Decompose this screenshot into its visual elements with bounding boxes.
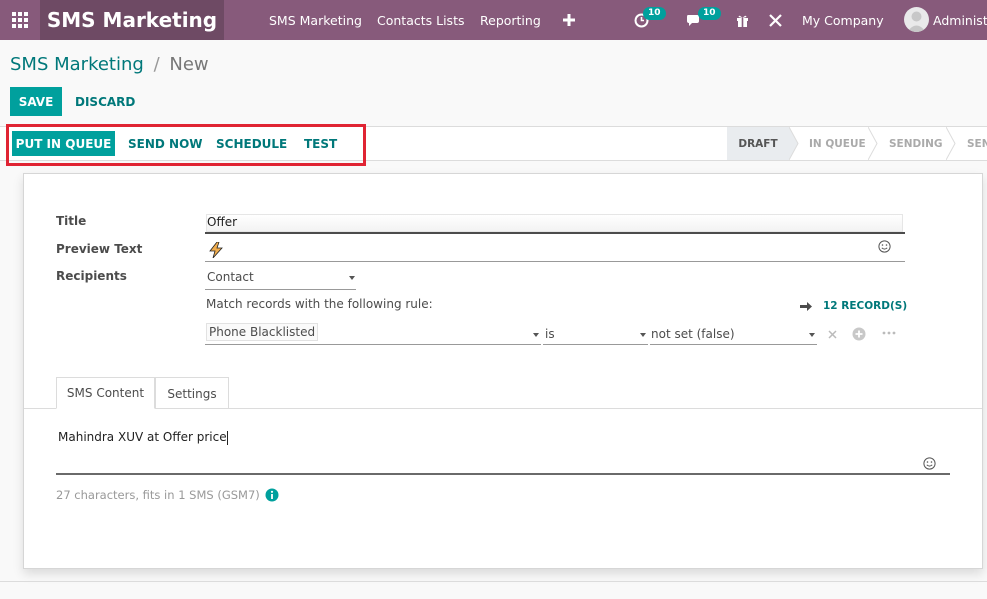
lightning-icon: [209, 242, 223, 258]
arrow-right-icon: [800, 301, 812, 311]
top-navbar: SMS Marketing SMS Marketing Contacts Lis…: [0, 0, 987, 40]
breadcrumb-separator: /: [153, 54, 160, 75]
preview-text-label: Preview Text: [56, 242, 143, 256]
records-count: 12 RECORD(S): [823, 300, 908, 312]
breadcrumb-parent[interactable]: SMS Marketing: [10, 54, 144, 75]
add-rule-icon[interactable]: [852, 327, 866, 341]
save-button[interactable]: SAVE: [10, 87, 62, 116]
title-value: Offer: [207, 215, 238, 229]
sms-body-value: Mahindra XUV at Offer price: [58, 430, 227, 444]
stage-in-queue[interactable]: IN QUEUE: [809, 127, 866, 160]
breadcrumb-current: New: [169, 54, 209, 75]
chevron-down-icon: [349, 276, 355, 280]
menu-reporting[interactable]: Reporting: [480, 0, 541, 40]
app-brand[interactable]: SMS Marketing: [40, 0, 224, 40]
messages-badge: 10: [698, 7, 721, 20]
text-cursor: [226, 430, 228, 445]
debug-tools-icon[interactable]: [769, 0, 782, 40]
breadcrumb: SMS Marketing / New: [10, 54, 209, 75]
discard-button[interactable]: DISCARD: [75, 87, 135, 116]
menu-contacts-lists[interactable]: Contacts Lists: [377, 0, 464, 40]
more-options-icon[interactable]: [882, 331, 896, 335]
recipients-label: Recipients: [56, 269, 127, 283]
stage-arrow: [946, 127, 956, 160]
stage-arrow: [868, 127, 878, 160]
user-menu[interactable]: Administr: [933, 0, 987, 40]
rule-field-value: Phone Blacklisted: [206, 323, 319, 341]
chevron-down-icon: [533, 333, 539, 337]
emoji-icon[interactable]: [878, 240, 891, 253]
rule-operator-value: is: [545, 327, 555, 341]
apps-menu-icon[interactable]: [0, 0, 40, 40]
title-input[interactable]: Offer: [205, 213, 905, 234]
activity-badge: 10: [643, 7, 666, 20]
menu-sms-marketing[interactable]: SMS Marketing: [269, 0, 362, 40]
stage-arrow: [789, 127, 799, 160]
rule-operator-select[interactable]: [543, 322, 648, 345]
activity-clock-icon[interactable]: [634, 0, 649, 40]
company-switcher[interactable]: My Company: [802, 0, 884, 40]
stage-draft[interactable]: DRAFT: [727, 127, 789, 160]
emoji-icon[interactable]: [923, 457, 936, 470]
chevron-down-icon: [640, 333, 646, 337]
stage-sending[interactable]: SENDING: [889, 127, 943, 160]
grid-icon: [12, 12, 28, 28]
title-label: Title: [56, 214, 87, 228]
rule-value-value: not set (false): [651, 327, 735, 341]
sms-count-text: 27 characters, fits in 1 SMS (GSM7): [56, 488, 260, 502]
highlight-box: [6, 124, 366, 166]
info-icon[interactable]: [265, 488, 279, 502]
sms-body-text[interactable]: Mahindra XUV at Offer price: [58, 430, 228, 445]
tab-sms-content[interactable]: SMS Content: [56, 377, 155, 409]
rule-description: Match records with the following rule:: [206, 297, 433, 311]
sms-count: 27 characters, fits in 1 SMS (GSM7): [56, 488, 279, 502]
page-bottom-divider: [0, 581, 987, 582]
messages-chat-icon[interactable]: [686, 0, 702, 40]
tab-settings[interactable]: Settings: [155, 377, 229, 409]
chevron-down-icon: [809, 333, 815, 337]
records-link[interactable]: 12 RECORD(S): [800, 300, 907, 312]
preview-text-input[interactable]: [205, 242, 905, 262]
user-avatar[interactable]: [904, 7, 929, 32]
plus-icon[interactable]: [563, 0, 575, 40]
remove-rule-icon[interactable]: [828, 330, 837, 339]
sms-body-field[interactable]: [56, 473, 950, 475]
gift-icon[interactable]: [736, 0, 749, 40]
recipients-value: Contact: [207, 270, 254, 284]
stage-sent[interactable]: SEN: [967, 127, 987, 160]
